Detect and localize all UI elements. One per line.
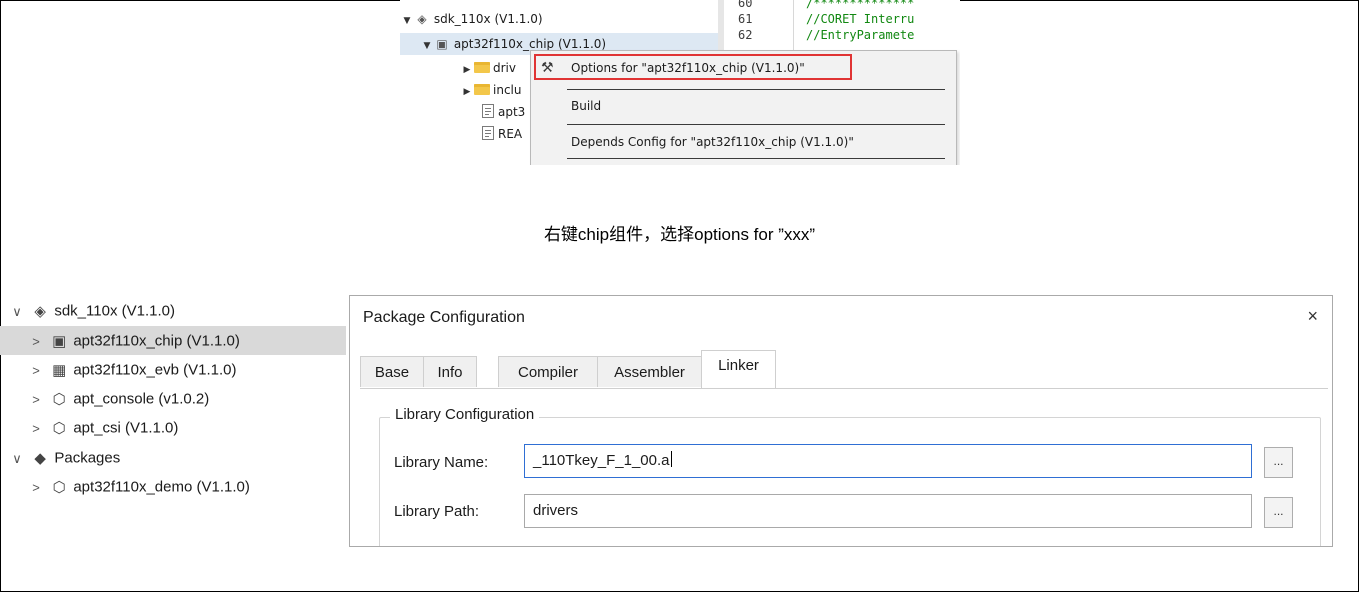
tree-row-label: inclu bbox=[493, 83, 522, 97]
menu-separator bbox=[567, 124, 945, 125]
tree-row-sdk[interactable]: ▼ ◈ sdk_110x (V1.1.0) bbox=[400, 8, 543, 30]
collapse-arrow-icon[interactable]: ∨ bbox=[8, 444, 26, 473]
expand-arrow-icon[interactable]: ▶ bbox=[460, 81, 474, 103]
component-diamond-icon: ◈ bbox=[34, 302, 46, 320]
library-path-browse-button[interactable]: ... bbox=[1264, 497, 1293, 528]
tab-info[interactable]: Info bbox=[423, 356, 477, 387]
library-name-browse-button[interactable]: ... bbox=[1264, 447, 1293, 478]
tree-row-evb[interactable]: > ▦ apt32f110x_evb (V1.1.0) bbox=[0, 355, 346, 384]
code-line: //CORET Interru bbox=[806, 12, 915, 26]
component-diamond-icon: ◈ bbox=[417, 12, 427, 26]
tree-row-readme[interactable]: REA bbox=[480, 123, 522, 145]
line-number: 60 bbox=[738, 0, 753, 10]
file-icon bbox=[482, 104, 494, 118]
tree-row-chip[interactable]: > ▣ apt32f110x_chip (V1.1.0) bbox=[0, 326, 346, 355]
library-name-value: _110Tkey_F_1_00.a bbox=[533, 452, 670, 469]
collapse-arrow-icon[interactable]: ▼ bbox=[420, 35, 434, 57]
tree-row-label: apt_csi (V1.1.0) bbox=[73, 419, 179, 437]
expand-arrow-icon[interactable]: > bbox=[27, 473, 45, 502]
tree-row-include[interactable]: ▶ inclu bbox=[460, 79, 522, 103]
library-name-label: Library Name: bbox=[394, 454, 489, 471]
menu-separator bbox=[567, 89, 945, 90]
tree-row-label: REA bbox=[498, 127, 523, 141]
close-icon[interactable]: × bbox=[1307, 306, 1318, 327]
tree-row-demo[interactable]: > ⬡ apt32f110x_demo (V1.1.0) bbox=[0, 472, 346, 501]
library-name-input[interactable]: _110Tkey_F_1_00.a bbox=[524, 444, 1252, 478]
board-icon: ▦ bbox=[52, 361, 67, 379]
component-cube-icon: ⬡ bbox=[52, 390, 66, 408]
tab-compiler[interactable]: Compiler bbox=[498, 356, 598, 387]
library-path-label: Library Path: bbox=[394, 503, 480, 520]
caption: 右键chip组件，选择options for ”xxx” bbox=[543, 225, 816, 244]
tree-row-sdk[interactable]: ∨ ◈ sdk_110x (V1.1.0) bbox=[0, 296, 346, 325]
chip-icon: ▣ bbox=[436, 37, 448, 51]
tree-row-label: apt32f110x_demo (V1.1.0) bbox=[73, 478, 250, 496]
collapse-arrow-icon[interactable]: ∨ bbox=[8, 297, 26, 326]
expand-arrow-icon[interactable]: ▶ bbox=[460, 59, 474, 81]
tree-row-console[interactable]: > ⬡ apt_console (v1.0.2) bbox=[0, 384, 346, 413]
expand-arrow-icon[interactable]: > bbox=[27, 414, 45, 443]
menu-separator bbox=[567, 158, 945, 159]
library-path-value: drivers bbox=[533, 502, 579, 519]
folder-icon bbox=[474, 84, 490, 95]
tab-assembler[interactable]: Assembler bbox=[597, 356, 702, 387]
text-caret bbox=[670, 451, 672, 467]
tab-linker[interactable]: Linker bbox=[701, 350, 776, 388]
project-tree-bottom: ∨ ◈ sdk_110x (V1.1.0) > ▣ apt32f110x_chi… bbox=[0, 293, 346, 543]
package-configuration-dialog: Package Configuration × Base Info Compil… bbox=[349, 295, 1333, 547]
tree-row-label: driv bbox=[493, 61, 516, 75]
dialog-title: Package Configuration bbox=[363, 309, 525, 326]
expand-arrow-icon[interactable]: > bbox=[27, 356, 45, 385]
tree-row-label: apt_console (v1.0.2) bbox=[73, 390, 210, 408]
tab-underline bbox=[360, 388, 1328, 389]
packages-gem-icon: ◆ bbox=[34, 449, 46, 467]
tree-row-csi[interactable]: > ⬡ apt_csi (V1.1.0) bbox=[0, 413, 346, 442]
top-screenshot: ▼ ◈ sdk_110x (V1.1.0) ▼ ▣ apt32f110x_chip … bbox=[400, 0, 960, 165]
context-menu: ⚒ Options for "apt32f110x_chip (V1.1.0)"… bbox=[530, 50, 957, 165]
line-number: 62 bbox=[738, 28, 753, 42]
tree-row-drivers[interactable]: ▶ driv bbox=[460, 57, 516, 79]
tree-row-label: apt32f110x_chip (V1.1.0) bbox=[73, 332, 240, 350]
tree-row-label: apt32f110x_evb (V1.1.0) bbox=[73, 361, 237, 379]
menu-item-build[interactable]: Build bbox=[571, 94, 601, 118]
tree-row-label: Packages bbox=[54, 449, 121, 467]
tab-base[interactable]: Base bbox=[360, 356, 424, 387]
chip-icon: ▣ bbox=[52, 332, 67, 350]
expand-arrow-icon[interactable]: > bbox=[27, 385, 45, 414]
folder-icon bbox=[474, 62, 490, 73]
tree-row-label: sdk_110x (V1.1.0) bbox=[433, 12, 543, 26]
menu-item-depends-config[interactable]: Depends Config for "apt32f110x_chip (V1.… bbox=[571, 130, 854, 154]
file-icon bbox=[482, 126, 494, 140]
tree-row-label: apt3 bbox=[498, 105, 526, 119]
code-line: /************** bbox=[806, 0, 915, 10]
highlight-box bbox=[534, 54, 852, 80]
tree-row-label: apt32f110x_chip (V1.1.0) bbox=[453, 37, 607, 51]
component-cube-icon: ⬡ bbox=[52, 478, 66, 496]
tree-row-apt-file[interactable]: apt3 bbox=[480, 101, 525, 123]
line-number: 61 bbox=[738, 12, 753, 26]
group-title: Library Configuration bbox=[390, 406, 540, 423]
tree-row-packages[interactable]: ∨ ◆ Packages bbox=[0, 443, 346, 472]
code-line: //EntryParamete bbox=[806, 28, 915, 42]
component-cube-icon: ⬡ bbox=[52, 419, 66, 437]
collapse-arrow-icon[interactable]: ▼ bbox=[400, 10, 414, 32]
tree-row-label: sdk_110x (V1.1.0) bbox=[54, 302, 175, 320]
library-path-input[interactable]: drivers bbox=[524, 494, 1252, 528]
expand-arrow-icon[interactable]: > bbox=[27, 327, 45, 356]
